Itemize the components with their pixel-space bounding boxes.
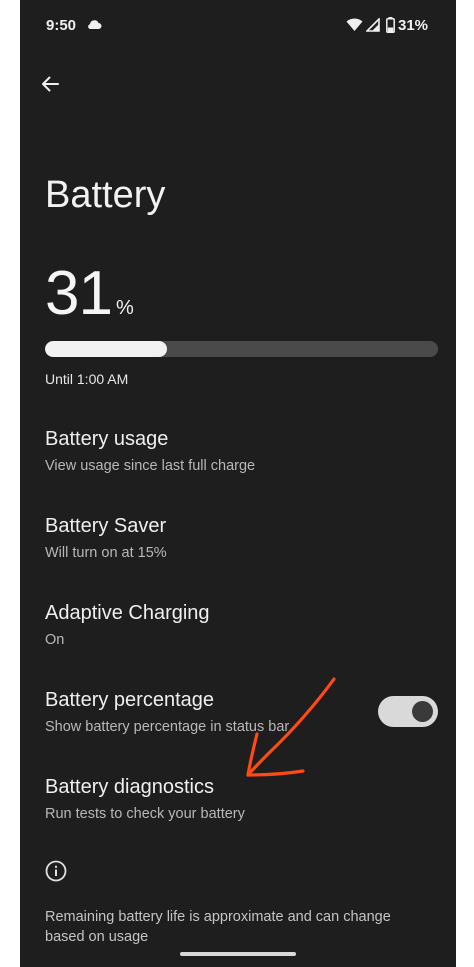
- battery-progress-fill: [45, 341, 167, 357]
- setting-subtitle: Run tests to check your battery: [45, 806, 245, 822]
- info-icon: [45, 860, 67, 882]
- setting-battery-usage[interactable]: Battery usage View usage since last full…: [20, 428, 456, 498]
- setting-subtitle: Show battery percentage in status bar: [45, 719, 290, 735]
- battery-level: 31 %: [45, 258, 134, 329]
- toggle-knob: [412, 701, 433, 722]
- setting-title: Battery usage: [45, 428, 169, 450]
- page-title: Battery: [45, 174, 166, 216]
- setting-battery-percentage[interactable]: Battery percentage Show battery percenta…: [20, 689, 350, 759]
- setting-adaptive-charging[interactable]: Adaptive Charging On: [20, 602, 456, 672]
- battery-icon: [386, 17, 395, 33]
- back-arrow-icon: [42, 76, 59, 92]
- setting-title: Adaptive Charging: [45, 602, 210, 624]
- setting-subtitle: Will turn on at 15%: [45, 545, 167, 561]
- setting-title: Battery percentage: [45, 689, 214, 711]
- gesture-bar[interactable]: [180, 952, 296, 956]
- battery-level-unit: %: [115, 297, 134, 319]
- setting-title: Battery Saver: [45, 515, 167, 537]
- signal-icon: [366, 18, 380, 32]
- status-time: 9:50: [46, 17, 77, 34]
- back-button[interactable]: [34, 68, 66, 100]
- battery-settings-screen: 9:50 31% Battery 31 % Until 1:00 AM Batt…: [20, 0, 456, 967]
- cloud-icon: [88, 20, 102, 29]
- setting-subtitle: View usage since last full charge: [45, 458, 256, 474]
- setting-title: Battery diagnostics: [45, 776, 214, 798]
- battery-level-number: 31: [45, 259, 113, 328]
- setting-battery-saver[interactable]: Battery Saver Will turn on at 15%: [20, 515, 456, 585]
- footer-note: Remaining battery life is approximate an…: [45, 909, 391, 945]
- setting-subtitle: On: [45, 632, 65, 648]
- battery-progress-bar: [45, 341, 438, 357]
- status-battery-percent: 31%: [398, 17, 429, 34]
- setting-battery-diagnostics[interactable]: Battery diagnostics Run tests to check y…: [20, 776, 456, 846]
- battery-estimate: Until 1:00 AM: [45, 371, 129, 387]
- battery-percentage-toggle[interactable]: [378, 696, 438, 727]
- wifi-icon: [346, 18, 363, 31]
